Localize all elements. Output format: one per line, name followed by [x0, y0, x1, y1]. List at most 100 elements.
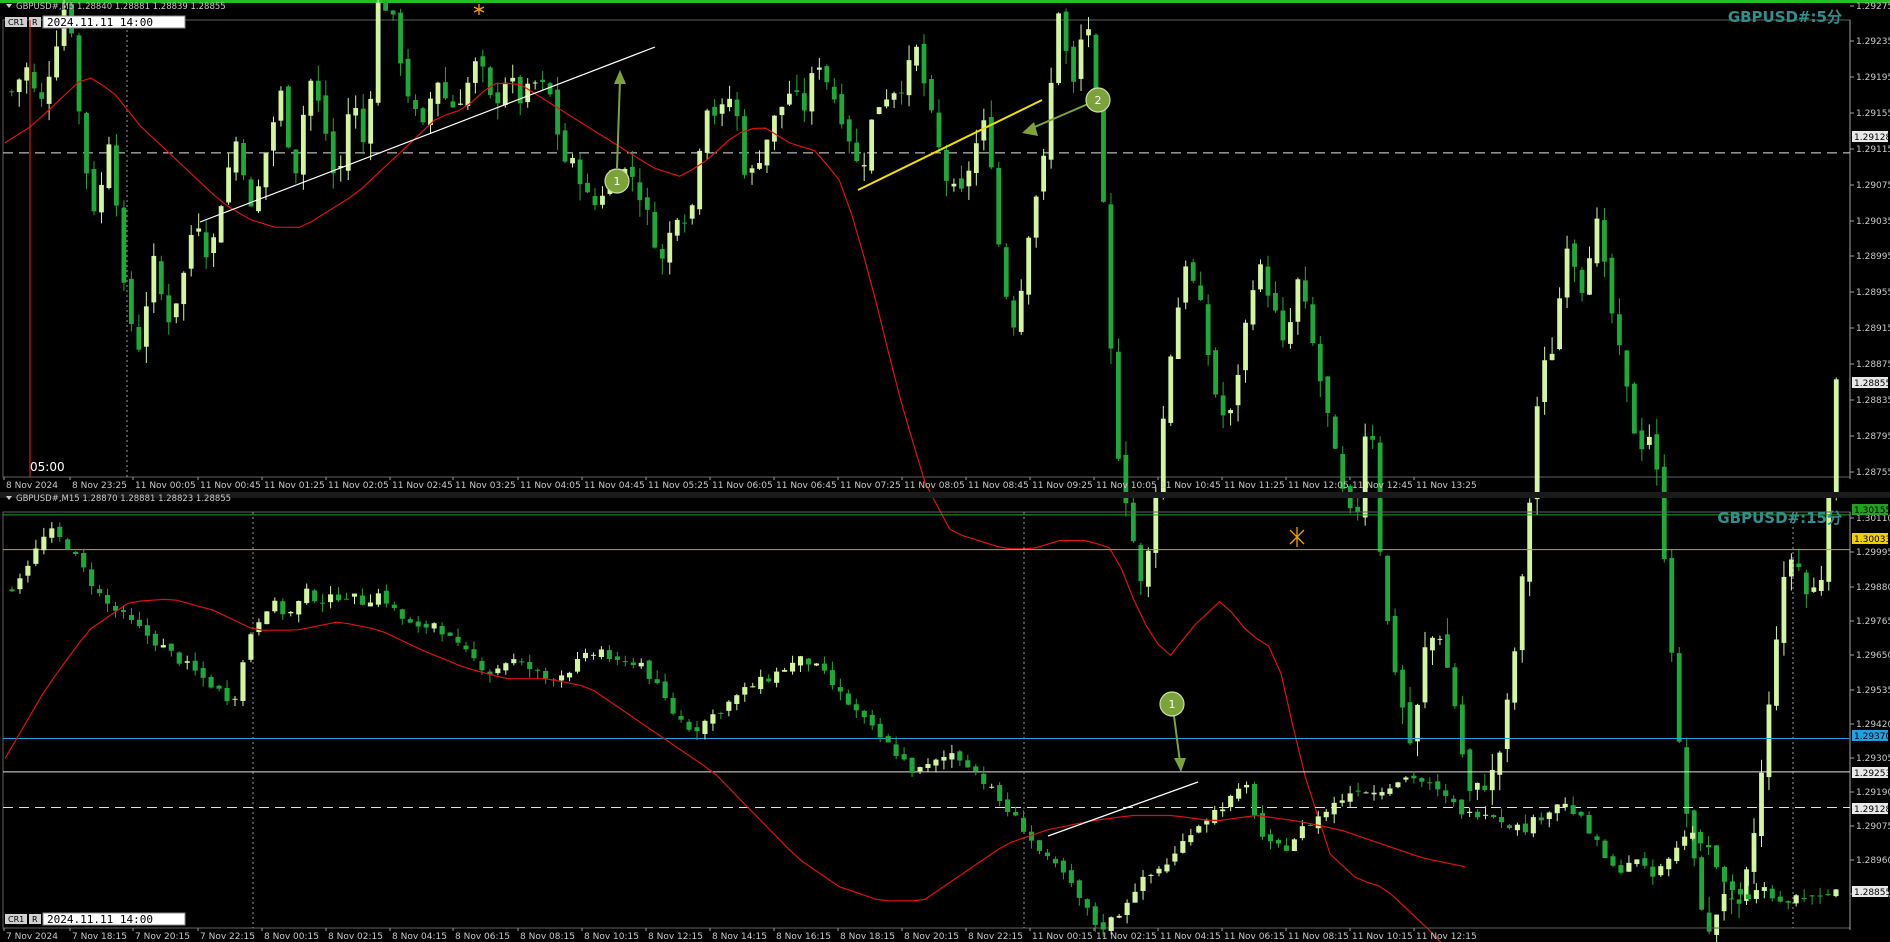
candle-body — [1228, 795, 1234, 808]
crosshair-icon[interactable] — [473, 4, 485, 15]
candle-body — [1310, 304, 1316, 343]
candle-body — [921, 43, 927, 84]
candle-body — [1190, 262, 1196, 281]
candle-body — [241, 143, 246, 176]
time-label: 11 Nov 00:15 — [1032, 932, 1093, 942]
price-tag-label: 1.30033 — [1854, 535, 1890, 545]
candle-body — [1562, 803, 1568, 808]
candle-body — [782, 669, 788, 672]
candle-body — [121, 207, 127, 283]
candle-body — [606, 650, 612, 659]
candle-body — [510, 77, 516, 82]
candle-body — [941, 756, 947, 761]
candle-body — [813, 663, 820, 666]
trendline[interactable] — [1047, 781, 1199, 837]
time-label: 11 Nov 10:05 — [1096, 481, 1157, 491]
candle-body — [1586, 814, 1592, 834]
candle-body — [774, 671, 780, 683]
candle-body — [577, 159, 583, 185]
candle-body — [1250, 290, 1256, 325]
price-label: 1.29195 — [1856, 73, 1890, 83]
candle-body — [457, 103, 463, 105]
candle-body — [1116, 351, 1121, 459]
candle-body — [1542, 360, 1548, 402]
collapse-icon[interactable] — [6, 4, 12, 8]
candle-body — [1451, 798, 1457, 803]
price-tag-label: 1.29128 — [1854, 805, 1890, 815]
candle-body — [1445, 634, 1450, 668]
candle-body — [114, 145, 119, 206]
candle-body — [1594, 836, 1600, 840]
candle-body — [1235, 374, 1241, 406]
candle-body — [570, 157, 575, 164]
candle-body — [1021, 817, 1027, 832]
candle-body — [1698, 831, 1704, 844]
candle-body — [1204, 820, 1210, 825]
candle-body — [1646, 436, 1652, 445]
candle-body — [106, 144, 112, 188]
candle-body — [1534, 406, 1540, 500]
candle-body — [360, 108, 366, 143]
candle-body — [734, 695, 740, 705]
candle-body — [450, 101, 456, 108]
trendline[interactable] — [199, 46, 656, 223]
candle-body — [805, 658, 812, 665]
candle-body — [592, 196, 598, 206]
candle-body — [1371, 792, 1377, 795]
candle-body — [1315, 816, 1321, 829]
candle-body — [49, 528, 55, 538]
price-label: 1.28995 — [1856, 252, 1890, 262]
candle-body — [1729, 898, 1734, 900]
candle-body — [527, 662, 533, 669]
candle-body — [555, 89, 560, 135]
candle-body — [304, 588, 310, 604]
marker-label: 1 — [614, 175, 621, 188]
time-label: 11 Nov 10:45 — [1160, 481, 1221, 491]
candle-body — [431, 623, 437, 629]
candle-body — [1459, 704, 1465, 755]
candle-body — [328, 594, 334, 603]
candle-body — [876, 107, 882, 115]
candle-body — [46, 76, 52, 104]
candle-body — [1504, 699, 1510, 749]
candle-body — [323, 95, 329, 134]
candle-body — [1825, 894, 1831, 896]
candle-body — [936, 112, 942, 148]
candle-body — [351, 593, 358, 597]
candle-body — [1307, 824, 1313, 826]
candle-body — [1661, 466, 1667, 559]
candle-body — [1244, 784, 1250, 788]
candle-body — [1699, 857, 1705, 910]
candle-body — [893, 744, 899, 756]
price-label: 1.29305 — [1856, 754, 1890, 764]
price-tag-label: 1.29370 — [1854, 732, 1890, 742]
candle-body — [367, 602, 373, 607]
candle-body — [667, 232, 673, 263]
candle-body — [24, 67, 30, 81]
price-label: 1.28960 — [1856, 856, 1890, 866]
candle-body — [914, 46, 919, 66]
price-label: 1.29995 — [1856, 548, 1890, 558]
candle-body — [891, 93, 897, 100]
chart-header: GBPUSD#,M15 1.28870 1.28881 1.28823 1.28… — [16, 494, 231, 504]
candle-body — [84, 113, 89, 174]
candle-body — [240, 662, 246, 701]
candle-body — [670, 697, 676, 714]
candle-body — [1452, 667, 1458, 707]
candle-body — [1205, 304, 1211, 355]
candle-body — [1514, 824, 1520, 831]
trendline[interactable] — [857, 99, 1043, 191]
crosshair-icon-m15[interactable] — [1289, 527, 1305, 547]
candle-body — [1579, 269, 1585, 293]
candle-body — [41, 536, 47, 551]
candle-body — [503, 663, 509, 671]
candle-body — [359, 595, 366, 605]
time-label: 8 Nov 18:15 — [840, 932, 895, 942]
candle-body — [181, 272, 187, 305]
candle-body — [480, 56, 486, 67]
candle-body — [1669, 558, 1675, 653]
candle-body — [233, 141, 239, 173]
candle-body — [1392, 615, 1398, 673]
trading-chart[interactable]: 1 2 1.29275 1.29235 1.29195 1.29155 1.29115 1.2… — [0, 0, 1890, 942]
candle-body — [1183, 266, 1189, 303]
